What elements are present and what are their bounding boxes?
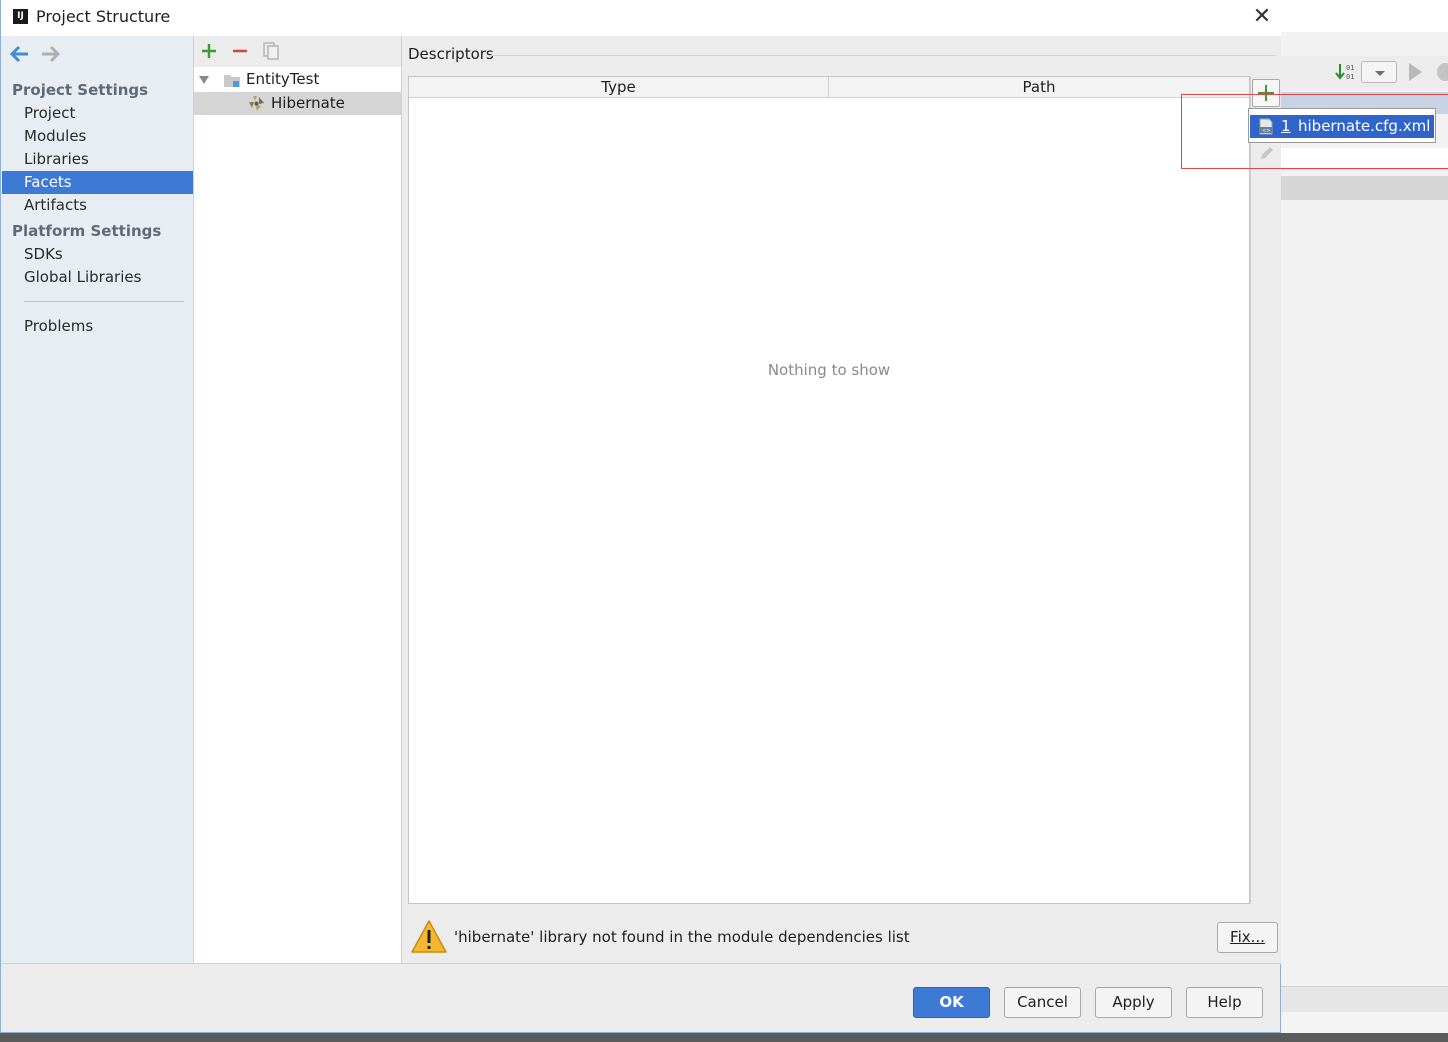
warning-bar: 'hibernate' library not found in the mod… <box>408 918 1278 958</box>
svg-text:01: 01 <box>1346 73 1354 81</box>
nav-item-problems[interactable]: Problems <box>2 315 193 338</box>
title-bar: IJ Project Structure ✕ <box>1 0 1281 36</box>
descriptors-label: Descriptors <box>408 45 494 63</box>
popup-item-hibernate-cfg[interactable]: <> 1 hibernate.cfg.xml <box>1250 115 1434 138</box>
back-arrow-icon[interactable] <box>9 44 30 64</box>
tree-node-label: EntityTest <box>246 70 320 88</box>
xml-file-icon: <> <box>1258 118 1274 135</box>
tree-node-label: Hibernate <box>271 94 345 112</box>
nav-item-global-libraries[interactable]: Global Libraries <box>2 266 193 289</box>
run-icon[interactable] <box>1409 63 1422 81</box>
nav-item-artifacts[interactable]: Artifacts <box>2 194 193 217</box>
debug-icon[interactable] <box>1437 63 1448 81</box>
add-icon[interactable] <box>198 40 220 62</box>
ok-button[interactable]: OK <box>913 987 990 1018</box>
close-icon[interactable]: ✕ <box>1249 5 1275 29</box>
nav-item-libraries[interactable]: Libraries <box>2 148 193 171</box>
sort-icon[interactable]: 01 01 <box>1335 62 1357 82</box>
project-settings-heading: Project Settings <box>12 81 149 99</box>
intellij-icon: IJ <box>13 9 28 24</box>
footer-divider <box>2 963 1281 964</box>
nav-item-facets[interactable]: Facets <box>2 171 193 194</box>
run-config-dropdown[interactable] <box>1361 61 1397 83</box>
hibernate-icon <box>248 95 265 112</box>
cancel-button[interactable]: Cancel <box>1004 987 1081 1018</box>
tree-node-entitytest[interactable]: EntityTest <box>194 68 401 91</box>
svg-text:<>: <> <box>1262 128 1270 134</box>
popup-item-label: hibernate.cfg.xml <box>1298 117 1431 135</box>
nav-item-project[interactable]: Project <box>2 102 193 125</box>
warning-icon <box>410 919 448 955</box>
edit-icon[interactable] <box>1258 146 1274 162</box>
help-button[interactable]: Help <box>1186 987 1263 1018</box>
apply-button[interactable]: Apply <box>1095 987 1172 1018</box>
module-folder-icon <box>223 72 241 87</box>
copy-icon[interactable] <box>260 40 282 62</box>
tree-node-hibernate[interactable]: Hibernate <box>194 92 401 115</box>
facets-tree-panel: EntityTest Hibernate <box>193 36 402 964</box>
facet-settings-panel: Descriptors Type Path Nothing to show 'h… <box>402 36 1281 964</box>
project-structure-dialog: IJ Project Structure ✕ Project Settings … <box>0 0 1281 1033</box>
add-icon[interactable] <box>1252 79 1280 107</box>
window-title: Project Structure <box>36 7 171 26</box>
forward-arrow-icon[interactable] <box>40 44 61 64</box>
nav-item-modules[interactable]: Modules <box>2 125 193 148</box>
column-header-path[interactable]: Path <box>829 77 1249 98</box>
section-divider <box>490 55 1275 56</box>
column-header-type[interactable]: Type <box>409 77 829 98</box>
popup-item-number: 1 <box>1281 117 1291 135</box>
fix-button[interactable]: Fix... <box>1217 922 1278 953</box>
descriptors-table[interactable]: Type Path Nothing to show <box>408 76 1250 904</box>
warning-message: 'hibernate' library not found in the mod… <box>454 928 910 946</box>
settings-nav: Project Settings Project Modules Librari… <box>2 36 193 964</box>
svg-text:01: 01 <box>1346 64 1354 72</box>
nav-item-sdks[interactable]: SDKs <box>2 243 193 266</box>
add-descriptor-popup: <> 1 hibernate.cfg.xml <box>1248 108 1436 143</box>
remove-icon[interactable] <box>229 40 251 62</box>
empty-table-message: Nothing to show <box>767 361 891 379</box>
descriptors-toolbar <box>1250 76 1281 904</box>
expand-arrow-icon[interactable] <box>199 76 209 84</box>
tree-toolbar <box>194 36 401 67</box>
background-ide-window: 01 01 <box>1281 0 1448 1042</box>
platform-settings-heading: Platform Settings <box>12 222 162 240</box>
nav-divider <box>24 301 184 302</box>
